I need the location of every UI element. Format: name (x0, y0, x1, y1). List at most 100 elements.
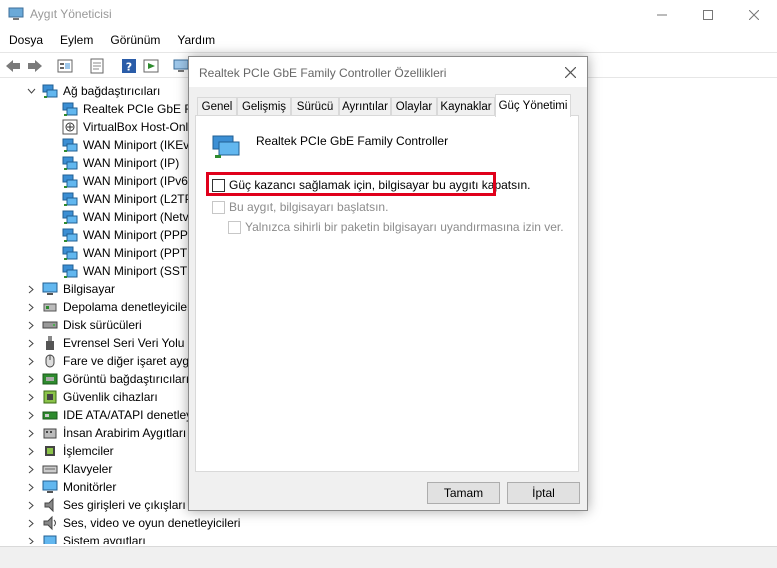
tree-item-label: WAN Miniport (IPv6 (83, 174, 188, 188)
security-device-icon (42, 389, 58, 405)
magic-packet-label: Yalnızca sihirli bir paketin bilgisayarı… (245, 220, 564, 234)
dialog-title-bar: Realtek PCIe GbE Family Controller Özell… (189, 57, 587, 87)
window-title: Aygıt Yöneticisi (30, 7, 112, 21)
tree-node-category[interactable]: İnsan Arabirim Aygıtları (26, 424, 186, 442)
chevron-right-icon[interactable] (26, 532, 36, 544)
menu-help[interactable]: Yardım (168, 29, 223, 51)
magic-packet-checkbox (228, 220, 241, 234)
storage-controller-icon (42, 299, 58, 315)
processor-icon (42, 443, 58, 459)
chevron-right-icon[interactable] (26, 280, 36, 298)
chevron-right-icon[interactable] (26, 334, 36, 352)
tab-advanced[interactable]: Gelişmiş (237, 97, 291, 116)
keyboard-icon (42, 461, 58, 477)
hid-icon (42, 425, 58, 441)
chevron-right-icon[interactable] (26, 460, 36, 478)
tab-events[interactable]: Olaylar (391, 97, 437, 116)
chevron-right-icon[interactable] (26, 514, 36, 532)
tree-node-category[interactable]: Güvenlik cihazları (26, 388, 158, 406)
svg-text:?: ? (126, 61, 132, 74)
network-card-icon (210, 130, 242, 162)
network-adapter-icon (62, 227, 78, 243)
menu-file[interactable]: Dosya (0, 29, 51, 51)
chevron-right-icon[interactable] (26, 388, 36, 406)
tree-item-network-adapter[interactable]: WAN Miniport (PPTF (62, 244, 195, 262)
tree-item-label: WAN Miniport (SSTP (83, 264, 196, 278)
tree-node-category[interactable]: Evrensel Seri Veri Yolu de (26, 334, 201, 352)
dialog-close-button[interactable] (559, 62, 581, 82)
monitor-icon (42, 479, 58, 495)
close-button[interactable] (731, 0, 777, 29)
title-bar: Aygıt Yöneticisi (0, 0, 777, 29)
tree-node-network-adapters[interactable]: Ağ bağdaştırıcıları (26, 82, 160, 100)
status-bar (0, 546, 777, 568)
chevron-right-icon[interactable] (26, 496, 36, 514)
tree-item-label: WAN Miniport (IP) (83, 156, 180, 170)
tab-details[interactable]: Ayrıntılar (339, 97, 391, 116)
tree-item-network-adapter[interactable]: WAN Miniport (IP) (62, 154, 179, 172)
tab-power-management[interactable]: Güç Yönetimi (495, 94, 571, 117)
tree-node-label: Ses girişleri ve çıkışları (63, 498, 186, 512)
document-icon[interactable] (88, 57, 106, 75)
tree-item-network-adapter[interactable]: WAN Miniport (IPv6 (62, 172, 188, 190)
tree-node-category[interactable]: Monitörler (26, 478, 116, 496)
tree-item-network-adapter[interactable]: WAN Miniport (PPPO (62, 226, 197, 244)
ide-controller-icon (42, 407, 58, 423)
tree-node-category[interactable]: İşlemciler (26, 442, 114, 460)
chevron-right-icon[interactable] (26, 298, 36, 316)
tree-node-category[interactable]: Görüntü bağdaştırıcıları (26, 370, 189, 388)
tree-node-label: Sistem aygıtları (63, 534, 146, 544)
chevron-right-icon[interactable] (26, 424, 36, 442)
network-adapter-icon (62, 245, 78, 261)
allow-wake-checkbox (212, 200, 225, 214)
tree-node-category[interactable]: Ses, video ve oyun denetleyicileri (26, 514, 240, 532)
tree-node-label: Ağ bağdaştırıcıları (63, 84, 161, 98)
forward-icon[interactable] (26, 57, 44, 75)
tree-item-network-adapter[interactable]: VirtualBox Host-Onl (62, 118, 188, 136)
network-adapter-icon (62, 155, 78, 171)
chevron-right-icon[interactable] (26, 478, 36, 496)
update-driver-icon[interactable] (142, 57, 160, 75)
tree-node-label: IDE ATA/ATAPI denetleyi (63, 408, 195, 422)
chevron-right-icon[interactable] (26, 316, 36, 334)
tree-item-network-adapter[interactable]: WAN Miniport (SSTP (62, 262, 195, 280)
chevron-right-icon[interactable] (26, 406, 36, 424)
tree-node-category[interactable]: Sistem aygıtları (26, 532, 146, 544)
tree-node-category[interactable]: Ses girişleri ve çıkışları (26, 496, 186, 514)
tree-item-network-adapter[interactable]: Realtek PCIe GbE Fan (62, 100, 205, 118)
chevron-right-icon[interactable] (26, 442, 36, 460)
tree-item-label: VirtualBox Host-Onl (83, 120, 189, 134)
chevron-right-icon[interactable] (26, 352, 36, 370)
network-adapter-icon (62, 191, 78, 207)
tree-item-label: WAN Miniport (PPPO (83, 228, 198, 242)
tree-node-category[interactable]: Klavyeler (26, 460, 112, 478)
network-adapter-icon (62, 209, 78, 225)
tree-item-label: WAN Miniport (L2TP (83, 192, 193, 206)
dialog-title: Realtek PCIe GbE Family Controller Özell… (199, 66, 447, 80)
back-icon[interactable] (4, 57, 22, 75)
close-icon (564, 66, 576, 78)
tab-resources[interactable]: Kaynaklar (437, 97, 495, 116)
tree-node-category[interactable]: Depolama denetleyiciler (26, 298, 191, 316)
chevron-right-icon[interactable] (26, 370, 36, 388)
tab-general[interactable]: Genel (197, 97, 237, 116)
ok-button[interactable]: Tamam (427, 482, 500, 504)
tab-driver[interactable]: Sürücü (291, 97, 339, 116)
help-icon[interactable]: ? (120, 57, 138, 75)
properties-view-icon[interactable] (56, 57, 74, 75)
chevron-down-icon[interactable] (26, 82, 36, 100)
tree-item-network-adapter[interactable]: WAN Miniport (L2TP (62, 190, 193, 208)
virtualbox-adapter-icon (62, 119, 78, 135)
tree-node-category[interactable]: IDE ATA/ATAPI denetleyi (26, 406, 195, 424)
tree-node-label: Disk sürücüleri (63, 318, 142, 332)
tree-node-category[interactable]: Disk sürücüleri (26, 316, 142, 334)
maximize-button[interactable] (685, 0, 731, 29)
tree-item-network-adapter[interactable]: WAN Miniport (IKEv (62, 136, 189, 154)
tree-node-category[interactable]: Bilgisayar (26, 280, 115, 298)
menu-action[interactable]: Eylem (51, 29, 101, 51)
tree-node-category[interactable]: Fare ve diğer işaret aygıt (26, 352, 196, 370)
tree-item-network-adapter[interactable]: WAN Miniport (Netv (62, 208, 189, 226)
minimize-button[interactable] (639, 0, 685, 29)
cancel-button[interactable]: İptal (507, 482, 580, 504)
menu-view[interactable]: Görünüm (101, 29, 168, 51)
